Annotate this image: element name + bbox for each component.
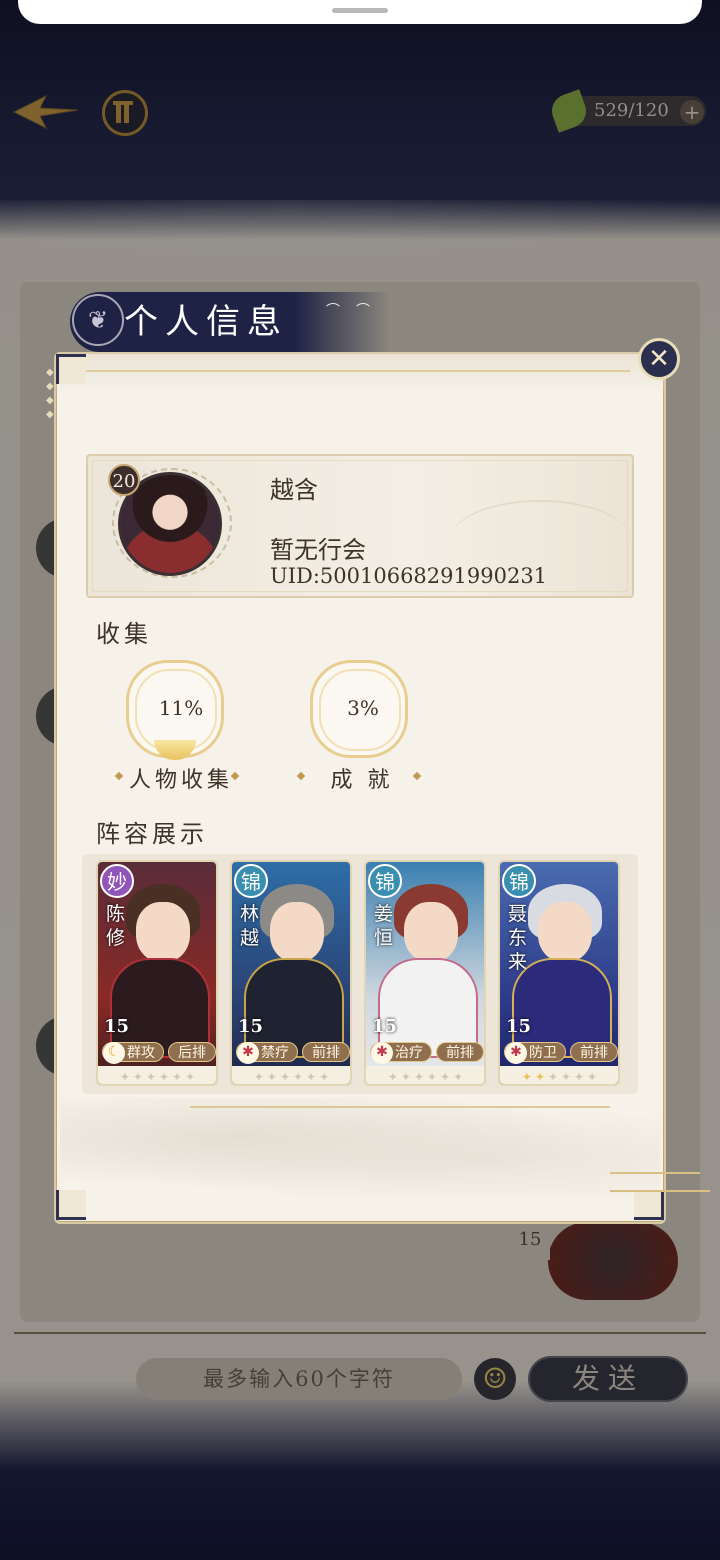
cloud-decoration — [60, 1098, 660, 1198]
hero-name: 姜恒 — [374, 903, 394, 949]
position-tag: 后排 — [168, 1042, 216, 1062]
gold-flourish — [70, 370, 630, 372]
side-dots-decoration: ◆ ◆ ◆ ◆ — [46, 367, 54, 420]
role-label: 治疗 — [395, 1045, 423, 1061]
role-label: 群攻 — [127, 1045, 155, 1061]
hero-level: 15 — [372, 1016, 398, 1037]
lineup-heading: 阵容展示 — [96, 820, 208, 848]
hero-card[interactable]: 锦 林越 15 ✱ 禁疗 前排 ✦✦✦✦✦✦ — [230, 860, 352, 1086]
hero-card[interactable]: 锦 聂东来 15 ✱ 防卫 前排 ✦✦✦✦✦✦ — [498, 860, 620, 1086]
modal-header-decoration — [56, 354, 664, 394]
player-level-badge: 20 — [108, 464, 140, 496]
flower-icon: ✱ — [505, 1042, 527, 1064]
star-row: ✦✦✦✦✦✦ — [500, 1066, 618, 1084]
hero-card[interactable]: 锦 姜恒 15 ✱ 治疗 前排 ✦✦✦✦✦✦ — [364, 860, 486, 1086]
rarity-badge: 锦 — [234, 864, 268, 898]
rarity-badge: 锦 — [502, 864, 536, 898]
guild-name: 暂无行会 — [270, 536, 366, 564]
hero-name: 陈修 — [106, 903, 126, 949]
hero-face — [270, 902, 324, 962]
player-uid: UID:50010668291990231 — [270, 564, 548, 588]
role-label: 禁疗 — [261, 1045, 289, 1061]
hero-face — [136, 902, 190, 962]
role-tag: ✱ 治疗 — [370, 1042, 432, 1064]
title-emblem-icon: ❦ — [72, 294, 124, 346]
flower-icon: ✱ — [237, 1042, 259, 1064]
role-tag: ☾ 群攻 — [102, 1042, 164, 1064]
role-label: 防卫 — [529, 1045, 557, 1061]
hero-name: 林越 — [240, 903, 260, 949]
character-collection-label: 人物收集 — [128, 768, 233, 793]
gold-flourish — [610, 1190, 710, 1192]
gold-flourish — [190, 1106, 610, 1108]
achievement-value: 3% — [347, 696, 379, 720]
bird-decoration-icon: ⌒ — [326, 303, 340, 319]
hero-tags: ✱ 防卫 前排 — [504, 1042, 618, 1064]
sheet-drag-handle[interactable] — [332, 8, 388, 13]
character-collection-value: 11% — [158, 696, 204, 720]
rarity-badge: 锦 — [368, 864, 402, 898]
hero-level: 15 — [506, 1016, 532, 1037]
star-row: ✦✦✦✦✦✦ — [232, 1066, 350, 1084]
panel-title: 个人信息 — [124, 302, 288, 342]
close-icon: ✕ — [648, 344, 670, 374]
achievement-label: 成 就 — [330, 768, 394, 793]
gold-flourish — [610, 1172, 700, 1174]
hero-face — [404, 902, 458, 962]
star-row: ✦✦✦✦✦✦ — [366, 1066, 484, 1084]
modal-corner — [56, 354, 86, 384]
position-tag: 前排 — [436, 1042, 484, 1062]
bird-decoration-icon: ⌒ — [356, 303, 370, 319]
hero-tags: ✱ 禁疗 前排 — [236, 1042, 350, 1064]
flower-icon: ✱ — [371, 1042, 393, 1064]
player-name: 越含 — [270, 476, 318, 504]
moon-icon: ☾ — [103, 1042, 125, 1064]
close-button[interactable]: ✕ — [638, 338, 680, 380]
role-tag: ✱ 禁疗 — [236, 1042, 298, 1064]
hero-tags: ✱ 治疗 前排 — [370, 1042, 484, 1064]
role-tag: ✱ 防卫 — [504, 1042, 566, 1064]
rarity-badge: 妙 — [100, 864, 134, 898]
hero-face — [538, 902, 592, 962]
hero-tags: ☾ 群攻 后排 — [102, 1042, 216, 1064]
collection-heading: 收集 — [96, 620, 152, 648]
hero-level: 15 — [238, 1016, 264, 1037]
hero-card[interactable]: 妙 陈修 15 ☾ 群攻 后排 ✦✦✦✦✦✦ — [96, 860, 218, 1086]
hero-name: 聂东来 — [508, 903, 528, 973]
position-tag: 前排 — [302, 1042, 350, 1062]
hero-level: 15 — [104, 1016, 130, 1037]
position-tag: 前排 — [570, 1042, 618, 1062]
star-row: ✦✦✦✦✦✦ — [98, 1066, 216, 1084]
